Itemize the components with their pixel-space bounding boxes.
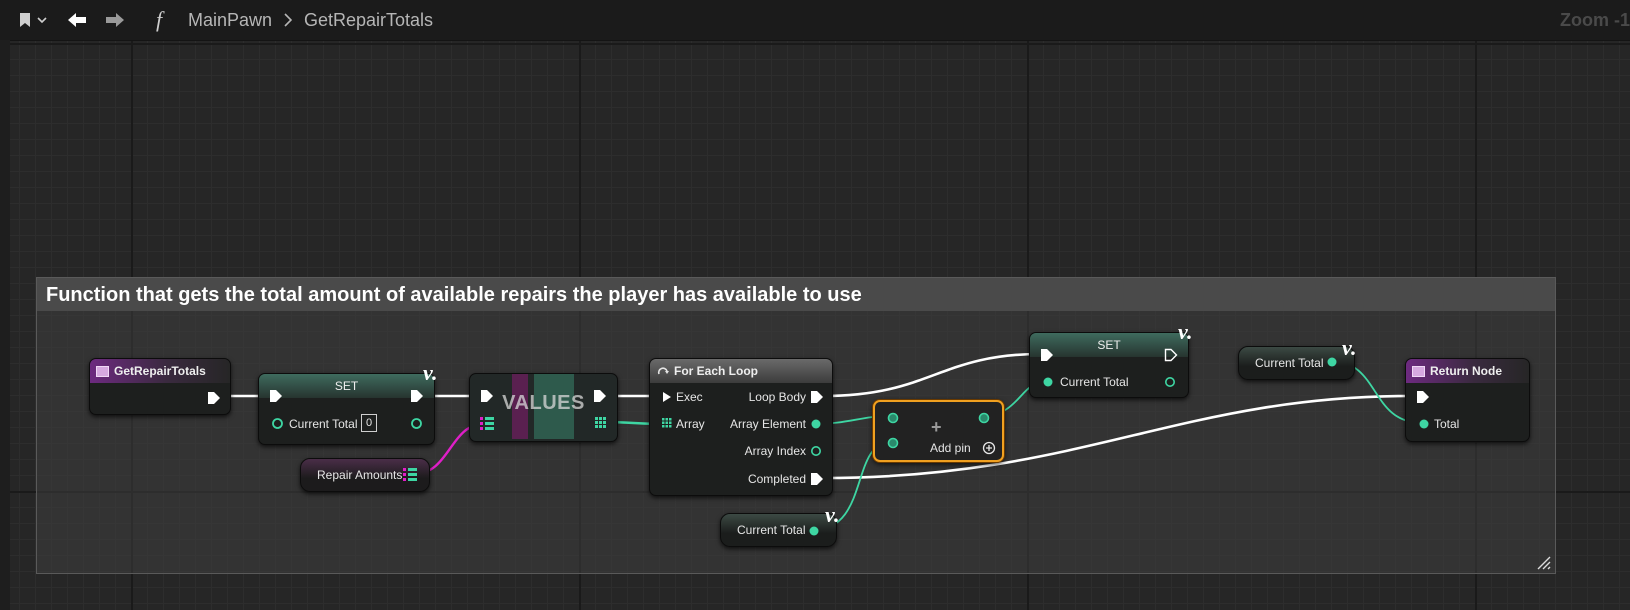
variable-marker-icon: v. [825, 502, 840, 527]
function-icon [96, 365, 109, 377]
pin-label: Exec [676, 390, 703, 404]
pin-label: Current Total [289, 417, 358, 431]
float-in-pin[interactable] [1418, 418, 1430, 430]
set-result-node[interactable]: SET v. Current Total [1029, 319, 1192, 398]
function-icon [1412, 365, 1425, 377]
int-out-pin[interactable] [810, 445, 822, 457]
variable-label: Current Total [1255, 356, 1324, 370]
exec-in-pin[interactable] [1416, 390, 1430, 404]
node-title: For Each Loop [674, 364, 758, 378]
float-out-pin[interactable] [1326, 356, 1338, 368]
array-out-pin[interactable] [595, 417, 607, 429]
map-in-pin[interactable] [480, 417, 494, 431]
return-node[interactable]: Return Node Total [1405, 358, 1530, 442]
exec-out-pin[interactable] [410, 389, 424, 403]
node-header: SET [259, 374, 434, 398]
pin-label: Current Total [1060, 375, 1129, 389]
function-entry-node[interactable]: GetRepairTotals [89, 358, 231, 415]
float-out-pin[interactable] [1164, 376, 1177, 388]
node-header: For Each Loop [650, 359, 832, 383]
exec-wire [821, 352, 1042, 398]
float-out-pin[interactable] [808, 525, 820, 537]
float-out-pin[interactable] [810, 418, 822, 430]
exec-in-pin[interactable] [1040, 348, 1054, 362]
pin-label: Array Index [744, 444, 806, 458]
pin-label: Total [1434, 417, 1460, 431]
variable-label: Current Total [737, 523, 806, 537]
exec-in-pin[interactable] [269, 389, 283, 403]
pin-label: Array [676, 417, 705, 431]
node-header: Return Node [1406, 359, 1529, 383]
current-total-getter[interactable]: Current Total v. [720, 502, 839, 547]
exec-out-pin[interactable] [593, 389, 607, 403]
pin-label: Completed [747, 472, 806, 486]
float-out-pin[interactable] [410, 417, 424, 430]
float-in-pin[interactable] [887, 437, 899, 449]
default-value-input[interactable]: 0 [361, 414, 377, 432]
node-title: SET [334, 379, 359, 393]
for-each-loop-node[interactable]: For Each Loop Exec Array Loop Body Array… [649, 358, 833, 496]
add-pin-icon[interactable] [982, 441, 996, 455]
float-in-pin[interactable] [887, 412, 899, 424]
node-header: GetRepairTotals [90, 359, 230, 383]
current-total-getter[interactable]: Current Total v. [1238, 335, 1356, 380]
map-values-node[interactable]: VALUES [469, 373, 618, 442]
variable-label: Repair Amounts [317, 468, 403, 482]
variable-marker-icon: v. [423, 360, 438, 385]
loop-icon [657, 367, 669, 375]
exec-out-pin[interactable] [207, 391, 221, 405]
add-node[interactable]: + Add pin [873, 400, 1004, 462]
repair-amounts-getter[interactable]: Repair Amounts [300, 458, 430, 492]
exec-out-pin[interactable] [810, 472, 824, 486]
float-in-pin[interactable] [271, 417, 284, 430]
array-in-pin[interactable] [662, 418, 672, 428]
graph-canvas[interactable]: f MainPawn GetRepairTotals Zoom -1 Funct… [0, 0, 1630, 610]
float-out-pin[interactable] [978, 412, 990, 424]
exec-out-pin[interactable] [1164, 348, 1178, 362]
node-title: SET [1097, 338, 1121, 352]
exec-in-pin[interactable] [480, 389, 494, 403]
node-title: GetRepairTotals [114, 364, 206, 378]
pin-label: Loop Body [748, 390, 806, 404]
operator-symbol: + [931, 417, 942, 437]
variable-marker-icon: v. [1342, 335, 1357, 360]
add-pin-label[interactable]: Add pin [930, 441, 971, 455]
variable-marker-icon: v. [1178, 319, 1193, 344]
exec-out-pin[interactable] [810, 390, 824, 404]
set-variable-node[interactable]: SET v. Current Total 0 [258, 360, 437, 445]
node-title: Return Node [1430, 364, 1502, 378]
pin-label: Array Element [729, 417, 806, 431]
float-in-pin[interactable] [1042, 376, 1054, 388]
exec-in-pin[interactable] [662, 391, 672, 403]
map-out-pin[interactable] [403, 468, 417, 482]
